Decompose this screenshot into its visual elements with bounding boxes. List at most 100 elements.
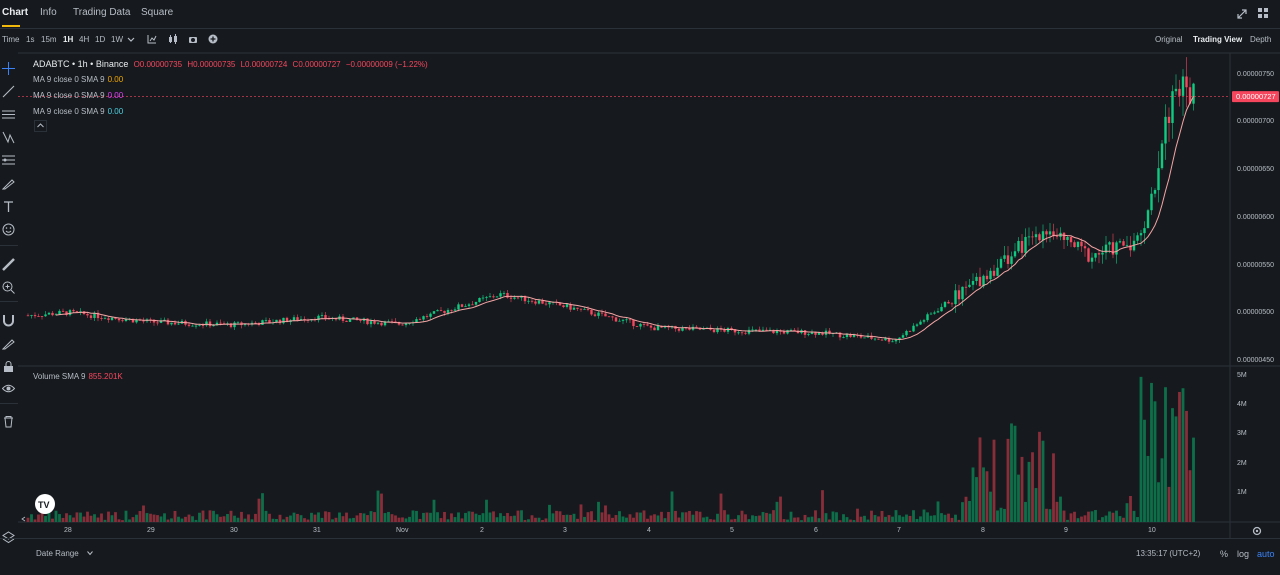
volume-bar — [845, 517, 849, 522]
volume-bar — [754, 516, 758, 522]
candle-body — [177, 323, 180, 325]
candle-body — [590, 309, 593, 315]
volume-bar — [173, 510, 177, 522]
volume-bar — [796, 517, 800, 522]
candle-body — [803, 330, 807, 335]
ma-line — [55, 96, 1194, 341]
volume-legend[interactable]: Volume SMA 9 855.201K — [33, 372, 123, 381]
volume-bar — [989, 491, 992, 522]
candle-body — [1160, 143, 1164, 169]
volume-bar — [429, 512, 432, 522]
volume-bar — [44, 515, 47, 522]
volume-bar — [842, 514, 845, 522]
candle-body — [187, 324, 191, 326]
volume-bar — [915, 518, 919, 522]
auto-toggle[interactable]: auto — [1257, 549, 1275, 559]
volume-bar — [884, 516, 887, 522]
price-chart[interactable]: 0.00000727 TV — [0, 0, 1280, 574]
volume-bar — [453, 517, 457, 522]
volume-bar — [597, 501, 600, 522]
volume-bar — [502, 515, 506, 522]
candle-body — [236, 322, 240, 324]
volume-bar — [691, 514, 695, 522]
candle-body — [422, 316, 425, 320]
volume-bar — [152, 514, 156, 522]
candle-body — [894, 339, 898, 342]
ma-label: MA 9 close 0 SMA 9 — [33, 107, 105, 116]
candle-body — [446, 309, 450, 313]
percent-toggle[interactable]: % — [1220, 549, 1228, 559]
price-tick: 0.00000700 — [1237, 118, 1274, 126]
volume-bar — [1101, 517, 1104, 522]
volume-bar — [964, 496, 968, 522]
symbol-title[interactable]: ADABTC • 1h • Binance — [33, 59, 128, 69]
candle-body — [198, 324, 201, 326]
candle-body — [492, 296, 495, 298]
volume-bar — [982, 467, 985, 522]
volume-bar — [1020, 456, 1024, 522]
volume-tick: 3M — [1237, 430, 1247, 438]
candle-body — [103, 318, 107, 320]
volume-bar — [947, 513, 950, 522]
volume-bar — [184, 516, 187, 522]
volume-bar — [810, 516, 814, 522]
candle-body — [296, 317, 299, 321]
candle-body — [292, 317, 296, 321]
time-tick: 28 — [64, 527, 72, 534]
volume-bar — [467, 511, 471, 522]
volume-bar — [1192, 437, 1195, 522]
volume-bar — [170, 518, 173, 522]
volume-bar — [156, 515, 159, 522]
volume-bar — [233, 515, 236, 522]
date-range-button[interactable]: Date Range — [36, 549, 79, 558]
candle-body — [516, 297, 520, 299]
candle-body — [1090, 257, 1094, 262]
volume-bar — [1157, 482, 1160, 522]
candle-body — [1143, 228, 1146, 234]
volume-bar — [478, 515, 481, 522]
volume-bar — [593, 520, 597, 522]
candle-body — [1066, 236, 1069, 240]
candle-body — [68, 310, 72, 315]
volume-bar — [82, 516, 86, 522]
candle-body — [506, 292, 509, 298]
ma-legend-2[interactable]: MA 9 close 0 SMA 9 0.00 — [33, 91, 123, 100]
volume-bar — [1097, 519, 1101, 522]
candle-body — [971, 281, 975, 285]
volume-bar — [124, 510, 128, 522]
volume-bar — [590, 511, 593, 522]
volume-bar — [296, 513, 299, 522]
volume-bar — [1164, 387, 1167, 522]
log-toggle[interactable]: log — [1237, 549, 1249, 559]
volume-bar — [138, 511, 142, 522]
volume-bar — [513, 515, 516, 522]
volume-bar — [247, 514, 250, 522]
ma-legend-1[interactable]: MA 9 close 0 SMA 9 0.00 — [33, 75, 123, 84]
volume-bar — [1052, 453, 1055, 522]
clock[interactable]: 13:35:17 (UTC+2) — [1136, 549, 1200, 558]
volume-bar — [236, 517, 240, 522]
chevron-down-icon[interactable] — [87, 551, 93, 556]
volume-bar — [975, 477, 978, 522]
candle-body — [961, 286, 964, 300]
ma-legend-3[interactable]: MA 9 close 0 SMA 9 0.00 — [33, 107, 123, 116]
candle-body — [1006, 255, 1010, 264]
candle-body — [485, 297, 488, 298]
volume-bar — [313, 514, 317, 522]
volume-bar — [527, 519, 530, 522]
scroll-left-icon[interactable] — [21, 516, 26, 522]
volume-bar — [516, 510, 520, 522]
candle-body — [1048, 231, 1052, 235]
volume-bar — [320, 517, 324, 522]
settings-icon[interactable] — [1252, 526, 1262, 536]
candle-body — [110, 317, 114, 320]
candle-body — [1164, 116, 1167, 144]
candle-body — [621, 319, 625, 321]
volume-bar — [509, 516, 513, 522]
candle-body — [481, 297, 485, 299]
volume-bar — [51, 518, 54, 522]
candle-body — [40, 316, 44, 317]
volume-bar — [523, 519, 527, 522]
collapse-legend-icon[interactable] — [34, 120, 47, 132]
volume-bar — [978, 437, 982, 522]
